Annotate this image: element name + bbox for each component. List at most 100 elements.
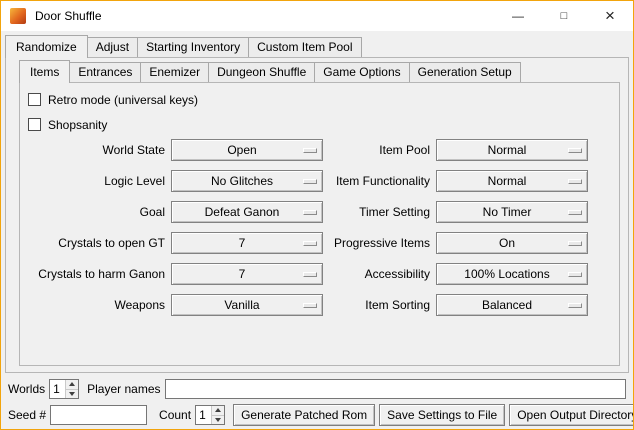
tab-starting-inventory[interactable]: Starting Inventory <box>137 37 249 57</box>
worlds-spin-up-button[interactable] <box>65 380 78 389</box>
logic-level-value: No Glitches <box>211 174 283 188</box>
weapons-label: Weapons <box>20 298 165 312</box>
item-pool-value: Normal <box>488 143 537 157</box>
timer-setting-value: No Timer <box>483 205 542 219</box>
shopsanity-checkbox[interactable] <box>28 118 41 131</box>
tab-generation-setup[interactable]: Generation Setup <box>409 62 521 82</box>
item-functionality-value: Normal <box>488 174 537 188</box>
spin-up-icon <box>215 408 221 412</box>
worlds-spinbox[interactable]: 1 <box>49 379 79 399</box>
minimize-button[interactable]: — <box>495 1 541 31</box>
logic-level-label: Logic Level <box>20 174 165 188</box>
retro-mode-row[interactable]: Retro mode (universal keys) <box>28 88 619 111</box>
worlds-spin-down-button[interactable] <box>65 389 78 399</box>
dropdown-indicator-icon <box>568 210 582 215</box>
accessibility-value: 100% Locations <box>464 267 559 281</box>
spin-up-icon <box>69 382 75 386</box>
goal-dropdown[interactable]: Defeat Ganon <box>171 201 323 223</box>
dropdown-indicator-icon <box>568 179 582 184</box>
dropdown-indicator-icon <box>568 241 582 246</box>
count-spin-down-button[interactable] <box>211 415 224 425</box>
goal-label: Goal <box>20 205 165 219</box>
crystals-harm-ganon-label: Crystals to harm Ganon <box>20 267 165 281</box>
weapons-value: Vanilla <box>224 298 269 312</box>
seed-input[interactable] <box>50 405 147 425</box>
item-functionality-dropdown[interactable]: Normal <box>436 170 588 192</box>
dropdown-indicator-icon <box>568 303 582 308</box>
minimize-icon: — <box>512 9 524 23</box>
spin-down-icon <box>215 418 221 422</box>
world-state-dropdown[interactable]: Open <box>171 139 323 161</box>
count-label: Count <box>159 408 191 422</box>
main-notebook: Randomize Adjust Starting Inventory Cust… <box>5 35 629 373</box>
dropdown-indicator-icon <box>303 148 317 153</box>
title-bar: Door Shuffle — □ × <box>1 1 633 31</box>
generation-row: Seed # Count 1 Generate Patched Rom Save… <box>8 404 626 426</box>
seed-label: Seed # <box>8 408 46 422</box>
dropdown-indicator-icon <box>303 179 317 184</box>
tab-dungeon-shuffle[interactable]: Dungeon Shuffle <box>208 62 315 82</box>
crystals-harm-ganon-value: 7 <box>239 267 256 281</box>
dropdown-indicator-icon <box>303 272 317 277</box>
randomize-tab-pane: Items Entrances Enemizer Dungeon Shuffle… <box>5 57 629 373</box>
progressive-items-label: Progressive Items <box>329 236 430 250</box>
settings-grid: World State Open Item Pool Normal <box>20 139 619 316</box>
crystals-open-gt-dropdown[interactable]: 7 <box>171 232 323 254</box>
count-spin-up-button[interactable] <box>211 406 224 415</box>
client-area: Randomize Adjust Starting Inventory Cust… <box>1 31 633 429</box>
count-value: 1 <box>196 406 211 424</box>
tab-adjust[interactable]: Adjust <box>87 37 138 57</box>
shopsanity-row[interactable]: Shopsanity <box>28 113 619 136</box>
tab-enemizer[interactable]: Enemizer <box>140 62 209 82</box>
worlds-spin-arrows <box>65 380 78 398</box>
weapons-dropdown[interactable]: Vanilla <box>171 294 323 316</box>
crystals-open-gt-label: Crystals to open GT <box>20 236 165 250</box>
retro-mode-label: Retro mode (universal keys) <box>48 93 198 107</box>
dropdown-indicator-icon <box>303 210 317 215</box>
close-button[interactable]: × <box>587 1 633 31</box>
tab-entrances[interactable]: Entrances <box>69 62 141 82</box>
crystals-open-gt-value: 7 <box>239 236 256 250</box>
sub-tab-strip: Items Entrances Enemizer Dungeon Shuffle… <box>19 60 620 82</box>
item-pool-dropdown[interactable]: Normal <box>436 139 588 161</box>
open-output-button[interactable]: Open Output Directory <box>509 404 634 426</box>
spin-down-icon <box>69 392 75 396</box>
tab-items[interactable]: Items <box>19 60 70 83</box>
dropdown-indicator-icon <box>568 148 582 153</box>
close-icon: × <box>605 7 615 24</box>
window-title: Door Shuffle <box>35 9 102 23</box>
player-names-input[interactable] <box>165 379 627 399</box>
timer-setting-dropdown[interactable]: No Timer <box>436 201 588 223</box>
player-names-label: Player names <box>87 382 160 396</box>
world-state-value: Open <box>227 143 266 157</box>
save-settings-button[interactable]: Save Settings to File <box>379 404 505 426</box>
multiworld-row: Worlds 1 Player names <box>8 378 626 400</box>
app-icon[interactable] <box>10 8 26 24</box>
item-functionality-label: Item Functionality <box>329 174 430 188</box>
world-state-label: World State <box>20 143 165 157</box>
tab-game-options[interactable]: Game Options <box>314 62 409 82</box>
accessibility-label: Accessibility <box>329 267 430 281</box>
app-window: Door Shuffle — □ × Randomize Adjust Star… <box>0 0 634 430</box>
logic-level-dropdown[interactable]: No Glitches <box>171 170 323 192</box>
count-spin-arrows <box>211 406 224 424</box>
generate-rom-button[interactable]: Generate Patched Rom <box>233 404 375 426</box>
tab-randomize[interactable]: Randomize <box>5 35 88 58</box>
crystals-harm-ganon-dropdown[interactable]: 7 <box>171 263 323 285</box>
progressive-items-dropdown[interactable]: On <box>436 232 588 254</box>
dropdown-indicator-icon <box>303 303 317 308</box>
shopsanity-label: Shopsanity <box>48 118 107 132</box>
item-sorting-label: Item Sorting <box>329 298 430 312</box>
caption-buttons: — □ × <box>495 1 633 31</box>
retro-mode-checkbox[interactable] <box>28 93 41 106</box>
items-tab-pane: Retro mode (universal keys) Shopsanity W… <box>19 82 620 366</box>
tab-custom-item-pool[interactable]: Custom Item Pool <box>248 37 361 57</box>
item-sorting-dropdown[interactable]: Balanced <box>436 294 588 316</box>
count-spinbox[interactable]: 1 <box>195 405 225 425</box>
dropdown-indicator-icon <box>303 241 317 246</box>
maximize-button[interactable]: □ <box>541 1 587 31</box>
main-tab-strip: Randomize Adjust Starting Inventory Cust… <box>5 35 629 57</box>
maximize-icon: □ <box>561 10 568 22</box>
accessibility-dropdown[interactable]: 100% Locations <box>436 263 588 285</box>
dropdown-indicator-icon <box>568 272 582 277</box>
